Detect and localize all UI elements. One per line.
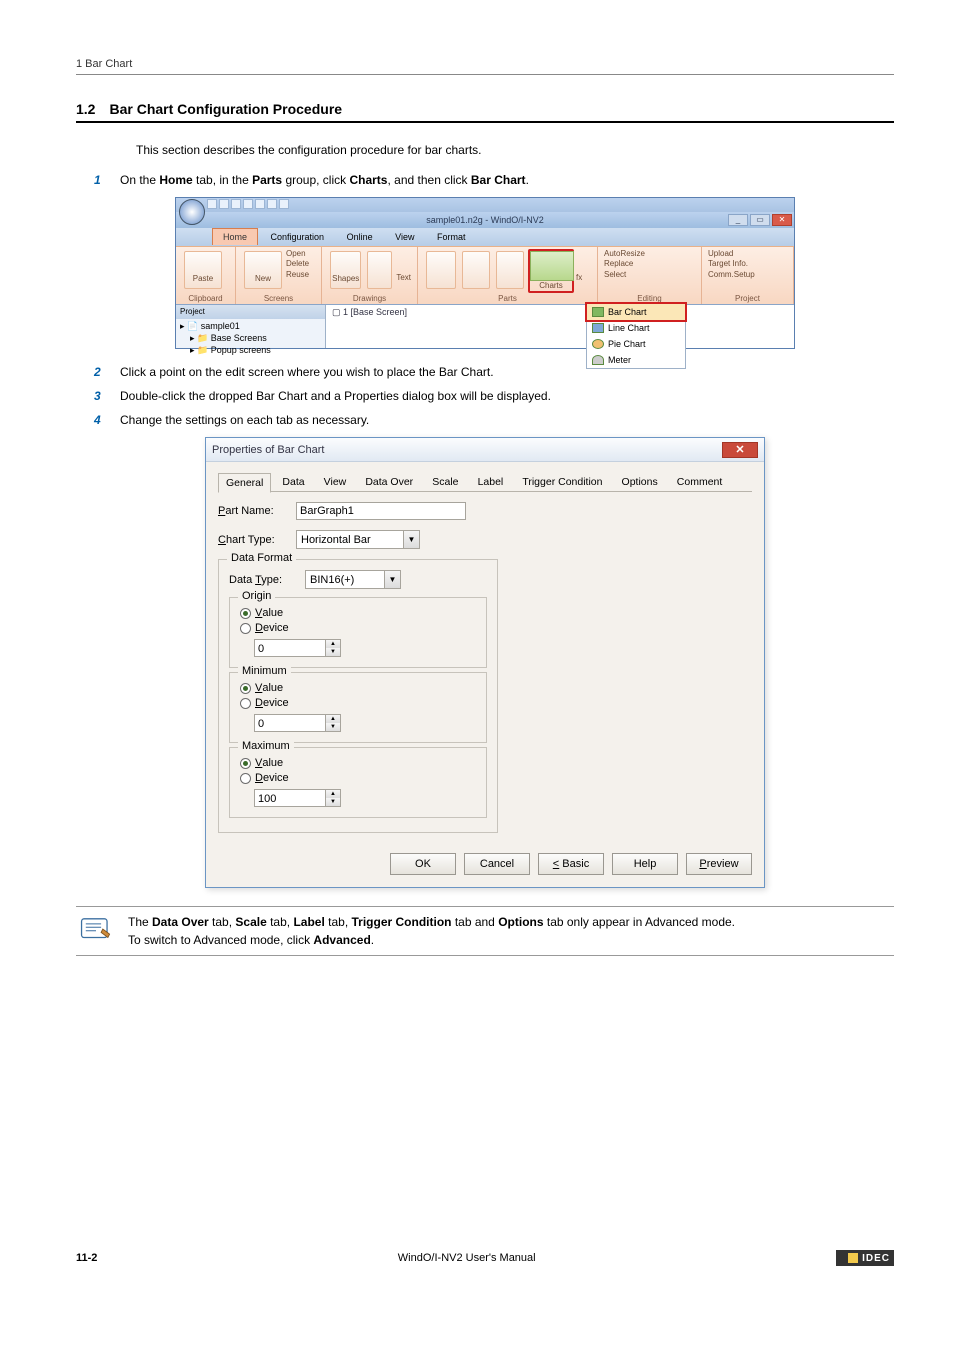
maximize-button[interactable]: ▭ xyxy=(750,214,770,226)
tab-label[interactable]: Label xyxy=(470,472,512,491)
step-1-number: 1 xyxy=(94,171,120,189)
datatype-label: Data Type: xyxy=(229,574,299,586)
section-heading: 1.2 Bar Chart Configuration Procedure xyxy=(76,101,894,117)
tab-data[interactable]: Data xyxy=(274,472,312,491)
tab-comment[interactable]: Comment xyxy=(669,472,731,491)
picture-button[interactable] xyxy=(367,251,392,289)
paste-button[interactable]: Paste xyxy=(184,251,222,289)
app-title: sample01.n2g - WindO/I-NV2 xyxy=(426,215,544,225)
menu-line-chart[interactable]: Line Chart xyxy=(587,320,685,336)
charts-button[interactable] xyxy=(530,251,574,281)
tab-configuration[interactable]: Configuration xyxy=(261,229,335,245)
step-1: 1 On the Home tab, in the Parts group, c… xyxy=(94,171,894,189)
menu-bar-chart[interactable]: Bar Chart xyxy=(585,302,687,322)
properties-dialog: Properties of Bar Chart ✕ General Data V… xyxy=(205,437,765,888)
charttype-select[interactable]: Horizontal Bar▼ xyxy=(296,530,420,549)
max-value-spinner[interactable]: 100▲▼ xyxy=(254,789,341,807)
maximum-legend: Maximum xyxy=(238,740,294,752)
new-screen-button[interactable]: New xyxy=(244,251,282,289)
tab-home[interactable]: Home xyxy=(212,228,258,245)
charts-dropdown: Bar Chart Line Chart Pie Chart Meter xyxy=(586,303,686,369)
group-project-label: Project xyxy=(702,294,793,303)
rule-heading xyxy=(76,121,894,123)
max-value-radio[interactable]: Value xyxy=(240,757,476,769)
origin-device-radio[interactable]: Device xyxy=(240,622,476,634)
step-3: 3Double-click the dropped Bar Chart and … xyxy=(94,387,894,405)
close-button[interactable]: ✕ xyxy=(772,214,792,226)
datatype-select[interactable]: BIN16(+)▼ xyxy=(305,570,401,589)
shapes-button[interactable]: Shapes xyxy=(330,251,361,289)
dialog-title: Properties of Bar Chart xyxy=(212,444,325,456)
basic-button[interactable]: < Basic xyxy=(538,853,604,875)
dataformat-legend: Data Format xyxy=(227,552,296,564)
page-footer: 11-2 WindO/I-NV2 User's Manual IDEC xyxy=(76,1250,894,1266)
tab-trigger[interactable]: Trigger Condition xyxy=(514,472,610,491)
ok-button[interactable]: OK xyxy=(390,853,456,875)
chevron-down-icon[interactable]: Charts xyxy=(530,281,572,290)
origin-legend: Origin xyxy=(238,590,275,602)
minimum-legend: Minimum xyxy=(238,665,291,677)
dialog-close-button[interactable]: ✕ xyxy=(722,442,758,458)
tab-dataover[interactable]: Data Over xyxy=(357,472,421,491)
project-tree[interactable]: Project ▸ 📄 sample01 ▸ 📁 Base Screens ▸ … xyxy=(176,305,326,348)
min-value-spinner[interactable]: 0▲▼ xyxy=(254,714,341,732)
editing-ops[interactable]: AutoResize Replace Select xyxy=(604,249,695,280)
intro-text: This section describes the configuration… xyxy=(136,143,894,157)
page-number: 11-2 xyxy=(76,1252,97,1264)
step-2: 2Click a point on the edit screen where … xyxy=(94,363,894,381)
partname-label: Part Name: xyxy=(218,505,290,517)
lamps-button[interactable] xyxy=(462,251,490,289)
tab-view[interactable]: View xyxy=(385,229,424,245)
menu-pie-chart[interactable]: Pie Chart xyxy=(587,336,685,352)
step-4: 4Change the settings on each tab as nece… xyxy=(94,411,894,429)
cancel-button[interactable]: Cancel xyxy=(464,853,530,875)
data-displays-button[interactable] xyxy=(496,251,524,289)
preview-button[interactable]: Preview xyxy=(686,853,752,875)
project-ops[interactable]: Upload Target Info. Comm.Setup xyxy=(708,249,787,280)
tab-online[interactable]: Online xyxy=(337,229,383,245)
group-drawings-label: Drawings xyxy=(322,294,417,303)
group-screens-label: Screens xyxy=(236,294,321,303)
menu-meter[interactable]: Meter xyxy=(587,352,685,368)
screen-ops[interactable]: Open Delete Reuse xyxy=(286,249,309,291)
dialog-tabs[interactable]: General Data View Data Over Scale Label … xyxy=(218,472,752,492)
buttons-button[interactable] xyxy=(426,251,456,289)
ribbon-screenshot: sample01.n2g - WindO/I-NV2 _ ▭ ✕ Home Co… xyxy=(175,197,795,349)
group-clipboard-label: Clipboard xyxy=(176,294,235,303)
rule-top xyxy=(76,74,894,75)
charts-button-highlight: Charts xyxy=(528,249,574,293)
text-button[interactable]: Text xyxy=(396,249,411,291)
footer-title: WindO/I-NV2 User's Manual xyxy=(398,1252,536,1264)
tab-options[interactable]: Options xyxy=(614,472,666,491)
max-device-radio[interactable]: Device xyxy=(240,772,476,784)
minimize-button[interactable]: _ xyxy=(728,214,748,226)
tab-view[interactable]: View xyxy=(316,472,355,491)
chevron-down-icon[interactable]: ▼ xyxy=(384,571,400,588)
min-value-radio[interactable]: Value xyxy=(240,682,476,694)
origin-value-spinner[interactable]: 0▲▼ xyxy=(254,639,341,657)
note-icon xyxy=(76,913,116,949)
group-parts-label: Parts xyxy=(418,294,597,303)
section-title-text: Bar Chart Configuration Procedure xyxy=(109,101,342,117)
note-box: The Data Over tab, Scale tab, Label tab,… xyxy=(76,906,894,956)
ribbon-tabs[interactable]: Home Configuration Online View Format xyxy=(176,228,794,246)
origin-value-radio[interactable]: Value xyxy=(240,607,476,619)
quick-access-toolbar[interactable] xyxy=(206,202,290,212)
partname-input[interactable] xyxy=(296,502,466,520)
chevron-down-icon[interactable]: ▼ xyxy=(403,531,419,548)
min-device-radio[interactable]: Device xyxy=(240,697,476,709)
office-orb[interactable] xyxy=(179,199,205,225)
note-text: The Data Over tab, Scale tab, Label tab,… xyxy=(128,913,735,949)
charttype-label: Chart Type: xyxy=(218,534,290,546)
tab-scale[interactable]: Scale xyxy=(424,472,466,491)
help-button[interactable]: Help xyxy=(612,853,678,875)
canvas-tab[interactable]: ▢ 1 [Base Screen] xyxy=(326,305,794,320)
breadcrumb: 1 Bar Chart xyxy=(76,58,894,70)
tab-format[interactable]: Format xyxy=(427,229,476,245)
section-number: 1.2 xyxy=(76,101,95,117)
brand-logo: IDEC xyxy=(836,1250,894,1266)
tab-general[interactable]: General xyxy=(218,473,271,493)
